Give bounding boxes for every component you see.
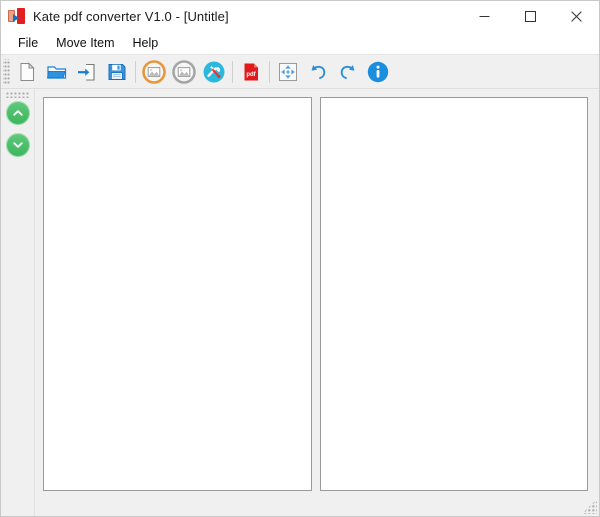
toolbar-separator-2	[232, 61, 233, 83]
application-window: Kate pdf converter V1.0 - [Untitle]	[0, 0, 600, 517]
maximize-icon	[525, 11, 536, 22]
close-icon	[571, 11, 582, 22]
window-controls	[461, 1, 599, 31]
minimize-button[interactable]	[461, 1, 507, 31]
new-document-icon	[16, 61, 38, 83]
title-bar: Kate pdf converter V1.0 - [Untitle]	[1, 1, 599, 32]
tools-icon	[202, 60, 226, 84]
settings-tools-button[interactable]	[200, 58, 228, 86]
minimize-icon	[479, 11, 490, 22]
window-title: Kate pdf converter V1.0 - [Untitle]	[33, 9, 229, 24]
redo-button[interactable]	[334, 58, 362, 86]
side-toolbar	[1, 89, 35, 516]
undo-button[interactable]	[304, 58, 332, 86]
about-info-button[interactable]	[364, 58, 392, 86]
document-panel-right[interactable]	[320, 97, 589, 491]
side-panel-grip[interactable]	[6, 92, 30, 98]
remove-image-button[interactable]	[170, 58, 198, 86]
maximize-button[interactable]	[507, 1, 553, 31]
toolbar: pdf	[1, 55, 599, 89]
toolbar-separator-3	[269, 61, 270, 83]
info-circle-icon	[366, 60, 390, 84]
document-panel-left[interactable]	[43, 97, 312, 491]
window-resize-grip[interactable]	[584, 501, 597, 514]
floppy-disk-icon	[106, 61, 128, 83]
move-item-button[interactable]	[274, 58, 302, 86]
open-folder-icon	[46, 61, 68, 83]
document-panels	[35, 89, 599, 516]
pdf-file-icon: pdf	[240, 61, 262, 83]
toolbar-separator-1	[135, 61, 136, 83]
chevron-down-icon	[11, 138, 25, 152]
move-arrows-icon	[276, 60, 300, 84]
redo-arrow-icon	[336, 60, 360, 84]
save-button[interactable]	[103, 58, 131, 86]
import-file-button[interactable]	[73, 58, 101, 86]
image-orange-icon	[142, 60, 166, 84]
menu-bar: File Move Item Help	[1, 32, 599, 55]
toolbar-grip[interactable]	[3, 59, 10, 85]
add-image-button[interactable]	[140, 58, 168, 86]
import-arrow-icon	[76, 61, 98, 83]
close-button[interactable]	[553, 1, 599, 31]
menu-item-move-item[interactable]: Move Item	[47, 34, 123, 53]
export-pdf-button[interactable]: pdf	[237, 58, 265, 86]
kate-pdf-converter-icon	[8, 7, 26, 25]
image-gray-icon	[172, 60, 196, 84]
svg-text:pdf: pdf	[246, 72, 256, 78]
content-area	[1, 89, 599, 516]
menu-item-file[interactable]: File	[9, 34, 47, 53]
menu-item-help[interactable]: Help	[124, 34, 168, 53]
move-down-button[interactable]	[6, 133, 30, 157]
open-folder-button[interactable]	[43, 58, 71, 86]
new-file-button[interactable]	[13, 58, 41, 86]
undo-arrow-icon	[306, 60, 330, 84]
move-up-button[interactable]	[6, 101, 30, 125]
chevron-up-icon	[11, 106, 25, 120]
